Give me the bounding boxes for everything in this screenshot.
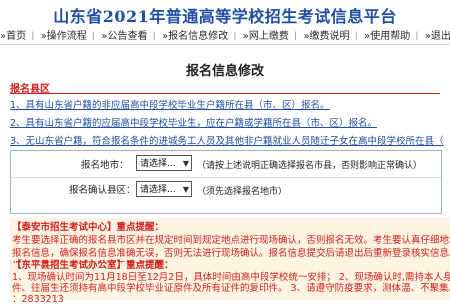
county-notice-line-3: ：2833213 bbox=[12, 294, 64, 305]
chevron-down-icon: ▼ bbox=[182, 159, 189, 168]
city-notice-line-1: 考生要选择正确的报名县市区并在规定时间到规定地点进行现场确认，否则报名无效。考生… bbox=[12, 235, 450, 246]
region-label: 报名地市： bbox=[81, 160, 129, 171]
nav-online-payment[interactable]: »网上缴费 bbox=[243, 31, 289, 40]
requirement-item-3: 3、无山东省户籍，符合报名条件的进城务工人员及其他非户籍就业人员随迁子女在高中段… bbox=[10, 136, 444, 147]
header: 山东省2021年普通高等学校招生考试信息平台 »首页 | »操作流程 | »公告查看… bbox=[0, 0, 450, 48]
region-select[interactable]: 请选择... ▼ bbox=[136, 155, 192, 171]
nav-payment-help[interactable]: »缴费说明 bbox=[303, 31, 349, 40]
county-notice-panel: 【东平县招生考试办公室】重点提醒： 1、现场确认时间为11月18日至12月2日，… bbox=[10, 260, 450, 305]
nav-home[interactable]: »首页 bbox=[0, 31, 26, 40]
city-office-heading: 【泰安市招生考试中心】重点提醒： bbox=[12, 222, 165, 233]
site-title: 山东省2021年普通高等学校招生考试信息平台 bbox=[53, 7, 397, 26]
nav-process[interactable]: »操作流程 bbox=[41, 31, 87, 40]
nav-help[interactable]: »使用帮助 bbox=[364, 31, 410, 40]
chevron-down-icon: ▼ bbox=[182, 185, 189, 194]
requirement-item-1: 1、具有山东省户籍的非应届高中段学校毕业生户籍所在县（市、区）报名。 bbox=[10, 100, 330, 111]
page-title: 报名信息修改 bbox=[185, 64, 264, 79]
district-row: 报名确认县区： 请选择... ▼ （须先选择报名地市） bbox=[11, 177, 441, 201]
registration-form: 报名地市： 请选择... ▼ （请按上述说明正确选择报名市县，否则影响正常确认）… bbox=[10, 150, 442, 214]
region-hint: （请按上述说明正确选择报名市县，否则影响正常确认） bbox=[197, 161, 423, 171]
region-row: 报名地市： 请选择... ▼ （请按上述说明正确选择报名市县，否则影响正常确认） bbox=[11, 153, 441, 176]
nav-announcements[interactable]: »公告查看 bbox=[101, 31, 147, 40]
district-select-value: 请选择... bbox=[140, 185, 176, 195]
header-divider bbox=[0, 44, 450, 45]
section-divider bbox=[10, 93, 440, 94]
district-label: 报名确认县区： bbox=[69, 185, 136, 196]
region-select-value: 请选择... bbox=[140, 159, 176, 169]
district-select[interactable]: 请选择... ▼ bbox=[136, 181, 192, 197]
requirement-item-2: 2、具有山东省户籍的应届高中段学校毕业生，应在户籍或学籍所在县（市、区）报名。 bbox=[10, 118, 378, 129]
district-hint: （须先选择报名地市） bbox=[197, 187, 288, 197]
nav-logout[interactable]: »退出 bbox=[425, 31, 450, 40]
main-nav: »首页 | »操作流程 | »公告查看 | »报名信息修改 | »网上缴费 | »缴费说明… bbox=[0, 31, 450, 40]
nav-edit-registration[interactable]: »报名信息修改 bbox=[162, 31, 228, 40]
